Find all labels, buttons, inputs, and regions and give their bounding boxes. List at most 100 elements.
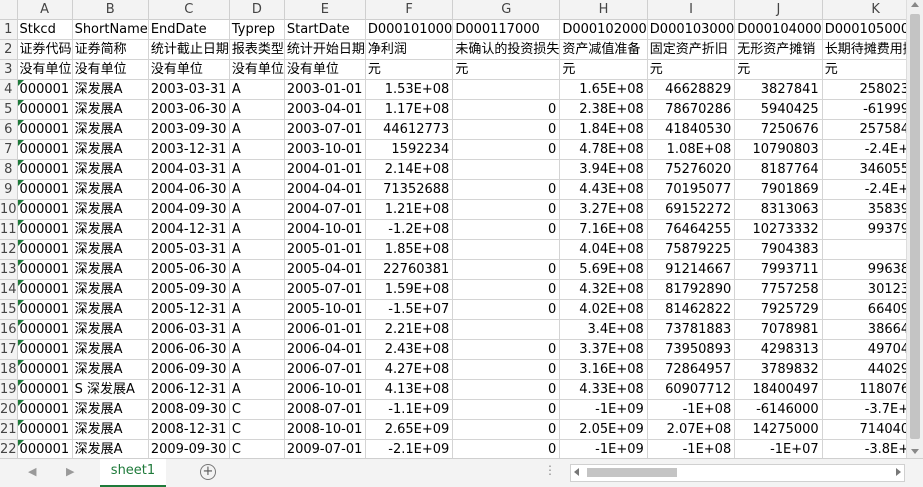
cell[interactable]: 1.21E+08 xyxy=(365,199,454,220)
cell[interactable]: 深发展A xyxy=(72,339,149,360)
cell[interactable]: 3.4E+08 xyxy=(559,319,648,340)
cell[interactable]: 73950893 xyxy=(647,339,736,360)
cell[interactable]: 2005-07-01 xyxy=(284,279,366,300)
horizontal-scrollbar[interactable] xyxy=(570,464,905,482)
cell[interactable]: 41840530 xyxy=(647,119,736,140)
cell[interactable]: 73781883 xyxy=(647,319,736,340)
cell[interactable]: 深发展A xyxy=(72,439,149,458)
cell[interactable]: 2004-06-30 xyxy=(148,179,230,200)
cell[interactable]: 2004-07-01 xyxy=(284,199,366,220)
column-header-e[interactable]: E xyxy=(284,0,366,20)
row-header[interactable]: 21 xyxy=(0,419,18,440)
cell[interactable]: -6199964 xyxy=(822,99,906,120)
cell[interactable]: 2004-10-01 xyxy=(284,219,366,240)
cell[interactable]: A xyxy=(229,99,285,120)
cell[interactable]: 8187764 xyxy=(734,159,823,180)
cell[interactable]: 深发展A xyxy=(72,399,149,420)
cell[interactable]: 统计开始日期 xyxy=(284,39,366,60)
column-header-b[interactable]: B xyxy=(72,0,149,20)
cell[interactable]: 000001 xyxy=(17,179,73,200)
cell[interactable]: 46628829 xyxy=(647,79,736,100)
row-header[interactable]: 16 xyxy=(0,319,18,340)
scroll-up-icon[interactable] xyxy=(911,2,919,7)
cell[interactable]: -1E+08 xyxy=(647,399,736,420)
cell[interactable]: 2006-03-31 xyxy=(148,319,230,340)
cell[interactable]: 0 xyxy=(452,179,561,200)
row-header[interactable]: 11 xyxy=(0,219,18,240)
horizontal-scroll-thumb[interactable] xyxy=(587,468,677,477)
select-all-corner[interactable] xyxy=(0,0,18,20)
cell[interactable]: 60907712 xyxy=(647,379,736,400)
row-header[interactable]: 2 xyxy=(0,39,18,60)
cell[interactable] xyxy=(452,239,561,260)
column-header-i[interactable]: I xyxy=(647,0,736,20)
cell[interactable]: 000001 xyxy=(17,419,73,440)
cell[interactable]: 7993711 xyxy=(734,259,823,280)
cell[interactable]: 深发展A xyxy=(72,259,149,280)
cell[interactable]: 3.94E+08 xyxy=(559,159,648,180)
cell[interactable]: 44612773 xyxy=(365,119,454,140)
cell[interactable]: 5.69E+08 xyxy=(559,259,648,280)
cell[interactable]: 2005-12-31 xyxy=(148,299,230,320)
cell[interactable]: A xyxy=(229,279,285,300)
cell[interactable]: 元 xyxy=(822,59,906,80)
cell[interactable]: A xyxy=(229,359,285,380)
column-header-k[interactable]: K xyxy=(822,0,906,20)
cell[interactable]: 1.84E+08 xyxy=(559,119,648,140)
cell[interactable]: 深发展A xyxy=(72,99,149,120)
cell[interactable]: S 深发展A xyxy=(72,379,149,400)
cell[interactable]: 2003-10-01 xyxy=(284,139,366,160)
cell[interactable]: 2.65E+09 xyxy=(365,419,454,440)
cell[interactable]: 2.07E+08 xyxy=(647,419,736,440)
row-header[interactable]: 13 xyxy=(0,259,18,280)
cell[interactable]: 没有单位 xyxy=(229,59,285,80)
cell[interactable]: 1.85E+08 xyxy=(365,239,454,260)
cell[interactable]: -2.1E+09 xyxy=(365,439,454,458)
cell[interactable]: -2.4E+07 xyxy=(822,179,906,200)
cell[interactable]: 2006-09-30 xyxy=(148,359,230,380)
scroll-right-icon[interactable] xyxy=(896,468,901,476)
row-header[interactable]: 15 xyxy=(0,299,18,320)
cell[interactable]: 2003-04-01 xyxy=(284,99,366,120)
cell[interactable]: 2005-01-01 xyxy=(284,239,366,260)
cell[interactable]: 证券代码 xyxy=(17,39,73,60)
cell[interactable]: 1.08E+08 xyxy=(647,139,736,160)
cell[interactable]: 统计截止日期 xyxy=(148,39,230,60)
prev-sheet-icon[interactable]: ◀ xyxy=(28,465,36,478)
cell[interactable]: 3827841 xyxy=(734,79,823,100)
cell[interactable]: 2004-12-31 xyxy=(148,219,230,240)
cell[interactable]: 1.17E+08 xyxy=(365,99,454,120)
cell[interactable]: 91214667 xyxy=(647,259,736,280)
cell[interactable]: -1E+08 xyxy=(647,439,736,458)
cell[interactable] xyxy=(822,239,906,260)
cell[interactable] xyxy=(452,79,561,100)
cell[interactable]: C xyxy=(229,399,285,420)
cell[interactable]: 000001 xyxy=(17,79,73,100)
cell[interactable]: 7904383 xyxy=(734,239,823,260)
cell[interactable]: A xyxy=(229,139,285,160)
cell[interactable]: 69152272 xyxy=(647,199,736,220)
cell[interactable]: 深发展A xyxy=(72,179,149,200)
cell[interactable]: 2009-07-01 xyxy=(284,439,366,458)
cell[interactable]: 2006-10-01 xyxy=(284,379,366,400)
cell[interactable]: 深发展A xyxy=(72,279,149,300)
cell[interactable]: 3583918 xyxy=(822,199,906,220)
row-header[interactable]: 6 xyxy=(0,119,18,140)
cell[interactable]: 000001 xyxy=(17,439,73,458)
next-sheet-icon[interactable]: ▶ xyxy=(66,465,74,478)
cell[interactable]: 4.27E+08 xyxy=(365,359,454,380)
row-header[interactable]: 7 xyxy=(0,139,18,160)
cell[interactable]: StartDate xyxy=(284,19,366,40)
cell[interactable]: 2.14E+08 xyxy=(365,159,454,180)
column-header-a[interactable]: A xyxy=(17,0,73,20)
cell[interactable]: 3.27E+08 xyxy=(559,199,648,220)
cell[interactable]: 4.32E+08 xyxy=(559,279,648,300)
cell[interactable]: 2009-09-30 xyxy=(148,439,230,458)
cell[interactable]: 2.05E+09 xyxy=(559,419,648,440)
cell[interactable]: D000105000 xyxy=(822,19,906,40)
cell[interactable]: 000001 xyxy=(17,399,73,420)
cell[interactable]: 000001 xyxy=(17,139,73,160)
cell[interactable]: 长期待摊费用摊销 xyxy=(822,39,906,60)
cell[interactable]: 2003-07-01 xyxy=(284,119,366,140)
cell[interactable]: 000001 xyxy=(17,159,73,180)
